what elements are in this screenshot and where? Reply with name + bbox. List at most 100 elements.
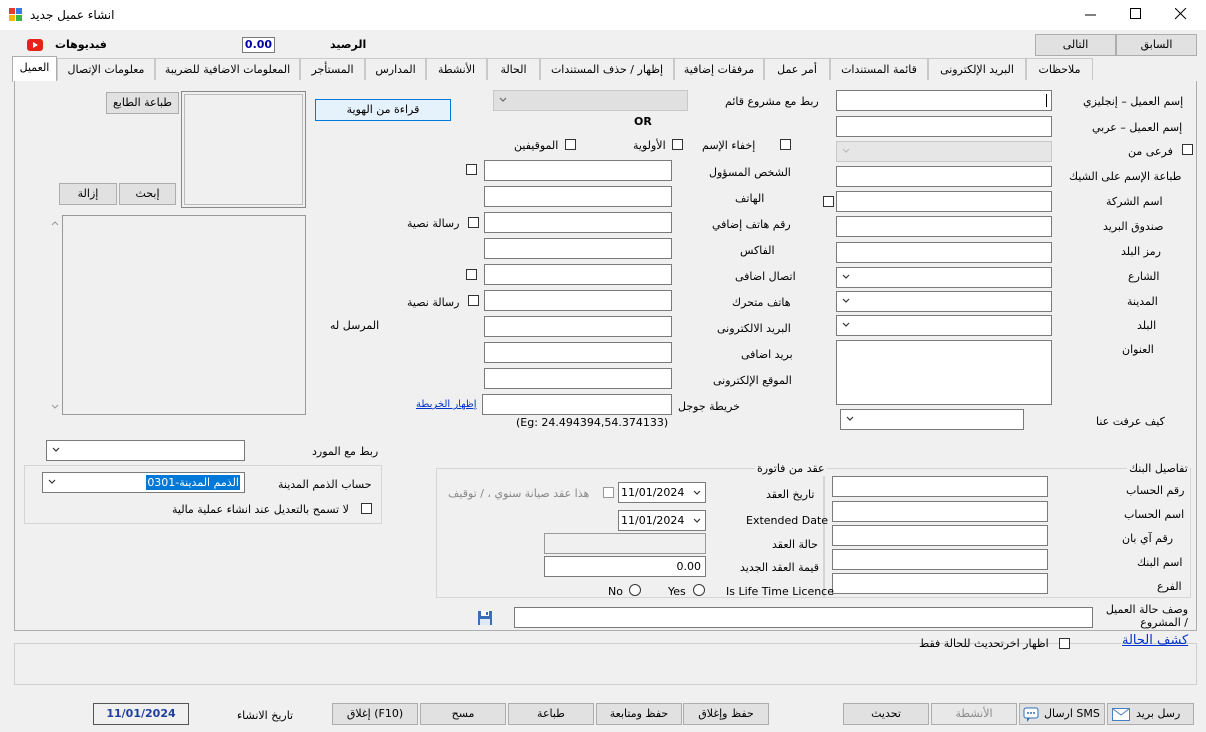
name-en-input[interactable]: [836, 90, 1052, 111]
youtube-icon[interactable]: [27, 39, 43, 51]
company-name-input[interactable]: [836, 191, 1052, 212]
extra-contact-checkbox[interactable]: [466, 269, 477, 280]
next-button[interactable]: التالى: [1035, 34, 1116, 56]
minimize-icon[interactable]: [1085, 9, 1097, 21]
scroll-down-icon[interactable]: [50, 403, 60, 411]
employees-checkbox[interactable]: [565, 139, 576, 150]
save-disk-icon[interactable]: [477, 610, 493, 626]
fax-input[interactable]: [484, 238, 672, 259]
name-ar-input[interactable]: [836, 116, 1052, 137]
videos-label[interactable]: فيديوهات: [55, 38, 107, 52]
prev-button[interactable]: السابق: [1116, 34, 1197, 56]
hide-name-checkbox[interactable]: [780, 139, 791, 150]
company-checkbox[interactable]: [823, 196, 834, 207]
send-sms-button[interactable]: ارسال SMS: [1019, 703, 1105, 725]
tab-work-order[interactable]: أمر عمل: [764, 58, 830, 80]
print-button[interactable]: طباعة: [508, 703, 594, 725]
extra-email-input[interactable]: [484, 342, 672, 363]
phone-label: الهاتف: [735, 192, 765, 205]
contract-status-input[interactable]: [544, 533, 706, 554]
extended-date-picker[interactable]: 11/01/2024: [618, 510, 706, 531]
tab-show-delete-docs[interactable]: إظهار / حذف المستندات: [540, 58, 674, 80]
tab-status[interactable]: الحالة: [487, 58, 540, 80]
remove-button[interactable]: إزالة: [59, 183, 117, 205]
scroll-up-icon[interactable]: [50, 219, 60, 227]
close-icon[interactable]: [1175, 8, 1187, 20]
address-label: العنوان: [1122, 343, 1154, 356]
link-project-select[interactable]: [493, 90, 688, 111]
tab-notes[interactable]: ملاحظات: [1026, 58, 1093, 80]
activities-button[interactable]: الأنشطة: [931, 703, 1017, 725]
city-select[interactable]: [836, 291, 1052, 312]
tab-tax-info[interactable]: المعلومات الاضافية للضريبة: [155, 58, 300, 80]
street-select[interactable]: [836, 267, 1052, 288]
account-no-input[interactable]: [832, 476, 1048, 497]
sms2-checkbox[interactable]: [468, 295, 479, 306]
status-report-link[interactable]: كشف الحالة: [1122, 634, 1188, 648]
bank-branch-input[interactable]: [832, 573, 1048, 594]
link-supplier-select[interactable]: [46, 440, 245, 461]
tab-attachments[interactable]: مرفقات إضافية: [674, 58, 764, 80]
contract-date-label: تاريخ العقد: [766, 488, 815, 501]
latest-only-checkbox[interactable]: [1059, 638, 1070, 649]
tab-activities[interactable]: الأنشطة: [426, 58, 487, 80]
address-textarea[interactable]: [836, 340, 1052, 405]
sent-to-scrollbar[interactable]: [48, 215, 62, 415]
send-mail-button[interactable]: رسل بريد: [1107, 703, 1194, 725]
account-no-label: رقم الحساب: [1126, 484, 1185, 497]
contract-status-label: حالة العقد: [772, 538, 818, 551]
search-button[interactable]: إبحث: [119, 183, 176, 205]
chevron-down-icon: [48, 479, 56, 484]
text-cursor: [1046, 94, 1047, 107]
account-name-input[interactable]: [832, 501, 1048, 522]
po-box-input[interactable]: [836, 216, 1052, 237]
tab-customer[interactable]: العميل: [12, 56, 57, 82]
tab-email[interactable]: البريد الإلكترونى: [928, 58, 1026, 80]
tab-tenant[interactable]: المستأجر: [300, 58, 365, 80]
priority-checkbox[interactable]: [672, 139, 683, 150]
save-close-button[interactable]: حفظ وإغلاق: [683, 703, 769, 725]
show-map-link[interactable]: إظهار الخريطة: [416, 398, 477, 412]
clear-button[interactable]: مسح: [420, 703, 506, 725]
photo-box[interactable]: [181, 91, 306, 208]
print-printer-button[interactable]: طباعة الطابع: [106, 92, 179, 114]
sent-to-list[interactable]: [62, 215, 306, 415]
google-map-input[interactable]: [482, 394, 672, 415]
how-known-select[interactable]: [840, 409, 1024, 430]
maintenance-checkbox[interactable]: [603, 487, 614, 498]
contact-person-input[interactable]: [484, 160, 672, 181]
yes-label: Yes: [668, 585, 686, 598]
read-id-button[interactable]: قراءة من الهوية: [315, 99, 451, 121]
mobile-input[interactable]: [484, 290, 672, 311]
country-code-input[interactable]: [836, 242, 1052, 263]
tab-schools[interactable]: المدارس: [365, 58, 426, 80]
country-select[interactable]: [836, 315, 1052, 336]
status-desc-input[interactable]: [514, 607, 1093, 628]
tab-documents-list[interactable]: قائمة المستندات: [830, 58, 928, 80]
save-continue-button[interactable]: حفظ ومتابعة: [596, 703, 682, 725]
extra-phone-input[interactable]: [484, 212, 672, 233]
close-f10-button[interactable]: إغلاق (F10): [332, 703, 418, 725]
contract-date-picker[interactable]: 11/01/2024: [618, 482, 706, 503]
no-edit-checkbox[interactable]: [361, 503, 372, 514]
check-print-name-input[interactable]: [836, 166, 1052, 187]
yes-radio[interactable]: [693, 584, 705, 596]
bank-name-input[interactable]: [832, 549, 1048, 570]
latest-only-label: اظهار اخرتحديث للحالة فقط: [919, 637, 1049, 650]
no-radio[interactable]: [629, 584, 641, 596]
tab-contact-info[interactable]: معلومات الإتصال: [57, 58, 155, 80]
contact-person-checkbox[interactable]: [466, 164, 477, 175]
website-input[interactable]: [484, 368, 672, 389]
extra-contact-input[interactable]: [484, 264, 672, 285]
update-button[interactable]: تحديث: [843, 703, 929, 725]
branch-of-checkbox[interactable]: [1182, 144, 1193, 155]
iban-input[interactable]: [832, 525, 1048, 546]
receivables-select[interactable]: 0301-الذمم المدينة: [42, 472, 245, 493]
branch-of-select[interactable]: [836, 141, 1052, 162]
link-supplier-label: ربط مع المورد: [312, 445, 379, 458]
new-value-input[interactable]: 0.00: [544, 556, 706, 577]
phone-input[interactable]: [484, 186, 672, 207]
email-input[interactable]: [484, 316, 672, 337]
maximize-icon[interactable]: [1130, 8, 1142, 20]
sms1-checkbox[interactable]: [468, 217, 479, 228]
